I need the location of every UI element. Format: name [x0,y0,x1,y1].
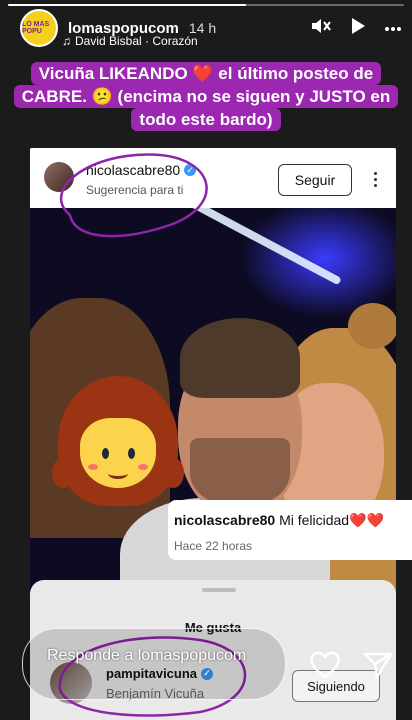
music-sticker[interactable]: ♫ David Bisbal · Corazón [62,34,198,48]
comment-text: Mi felicidad❤️❤️ [279,512,384,528]
send-icon[interactable] [362,650,394,680]
comment-time: Hace 22 horas [174,539,253,553]
play-icon[interactable] [350,17,366,40]
avatar-logo-text: LO MAS POPU [22,21,50,35]
post-author-avatar [44,162,74,192]
post-subtitle: Sugerencia para ti [86,183,184,197]
sheet-handle [202,588,236,592]
post-author: nicolascabre80 ✓ [86,162,197,178]
girl-emoji-sticker-icon [52,376,184,506]
post-header: nicolascabre80 ✓ Sugerencia para ti Segu… [30,148,396,208]
photo-man-beard [190,438,290,508]
reply-input[interactable]: Responde a lomaspopucom [22,628,286,700]
comment-bubble: nicolascabre80 Mi felicidad❤️❤️ Hace 22 … [168,500,412,560]
more-options-icon[interactable] [384,19,402,37]
emoji-face [80,418,156,488]
reply-placeholder: Responde a lomaspopucom [47,647,247,664]
post-username: nicolascabre80 [86,162,181,178]
caption-text: Vicuña LIKEANDO ❤️ el último posteo de C… [13,62,399,131]
post-more-icon [366,166,384,192]
verified-badge-icon: ✓ [184,164,197,176]
account-avatar[interactable]: LO MAS POPU [20,9,58,47]
photo-woman-bun [348,303,396,349]
emoji-eye-left [102,448,109,459]
music-note-icon: ♫ [62,34,71,48]
photo-blue-light [240,208,396,318]
emoji-blush-right [138,464,148,470]
follow-button: Seguir [278,164,352,196]
photo-man-hair [180,318,300,398]
emoji-mouth [108,468,128,479]
story-viewer: LO MAS POPU lomaspopucom 14 h ♫ David Bi… [0,0,412,720]
emoji-eye-right [128,448,135,459]
story-caption: Vicuña LIKEANDO ❤️ el último posteo de C… [10,62,402,131]
mute-icon[interactable] [310,16,332,41]
like-heart-icon[interactable] [308,650,342,680]
music-title: David Bisbal · Corazón [75,34,198,48]
comment-line: nicolascabre80 Mi felicidad❤️❤️ [174,512,384,529]
header-controls [310,16,402,41]
comment-username: nicolascabre80 [174,512,276,528]
emoji-blush-left [88,464,98,470]
